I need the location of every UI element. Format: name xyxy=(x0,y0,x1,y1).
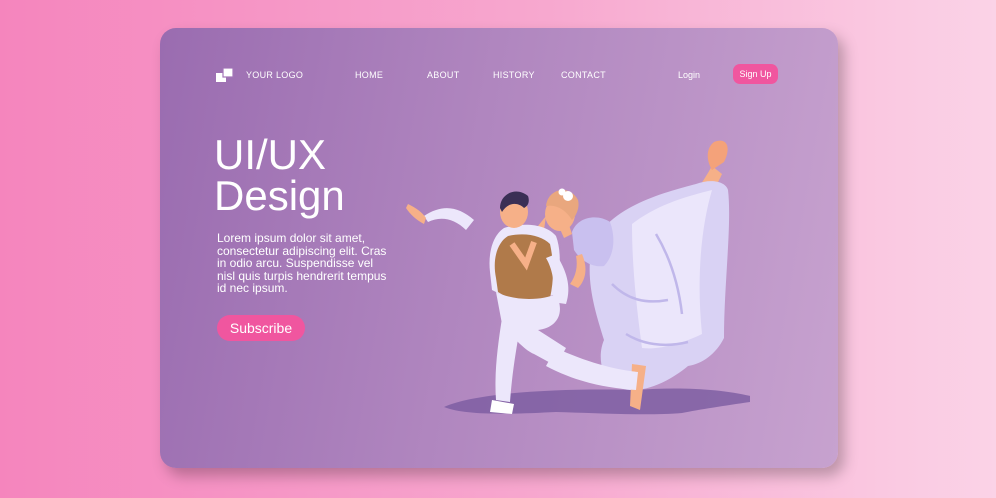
nav-about[interactable]: ABOUT xyxy=(427,70,460,80)
landing-page-card: YOUR LOGO HOME ABOUT HISTORY CONTACT Log… xyxy=(160,28,838,468)
signup-button[interactable]: Sign Up xyxy=(733,64,778,84)
stacked-squares-icon xyxy=(216,68,234,82)
hero-title-line-1: UI/UX xyxy=(214,131,327,178)
hero-title-line-2: Design xyxy=(214,172,345,219)
ballet-dancers-illustration xyxy=(406,140,750,415)
hero-title: UI/UX Design xyxy=(214,131,345,219)
nav-contact[interactable]: CONTACT xyxy=(561,70,606,80)
hero-description: Lorem ipsum dolor sit amet, consectetur … xyxy=(217,231,387,295)
subscribe-button[interactable]: Subscribe xyxy=(217,315,305,341)
logo-text: YOUR LOGO xyxy=(246,70,304,80)
nav-home[interactable]: HOME xyxy=(355,70,383,80)
nav-history[interactable]: HISTORY xyxy=(493,70,535,80)
login-link[interactable]: Login xyxy=(678,70,700,80)
logo[interactable]: YOUR LOGO xyxy=(216,68,303,82)
